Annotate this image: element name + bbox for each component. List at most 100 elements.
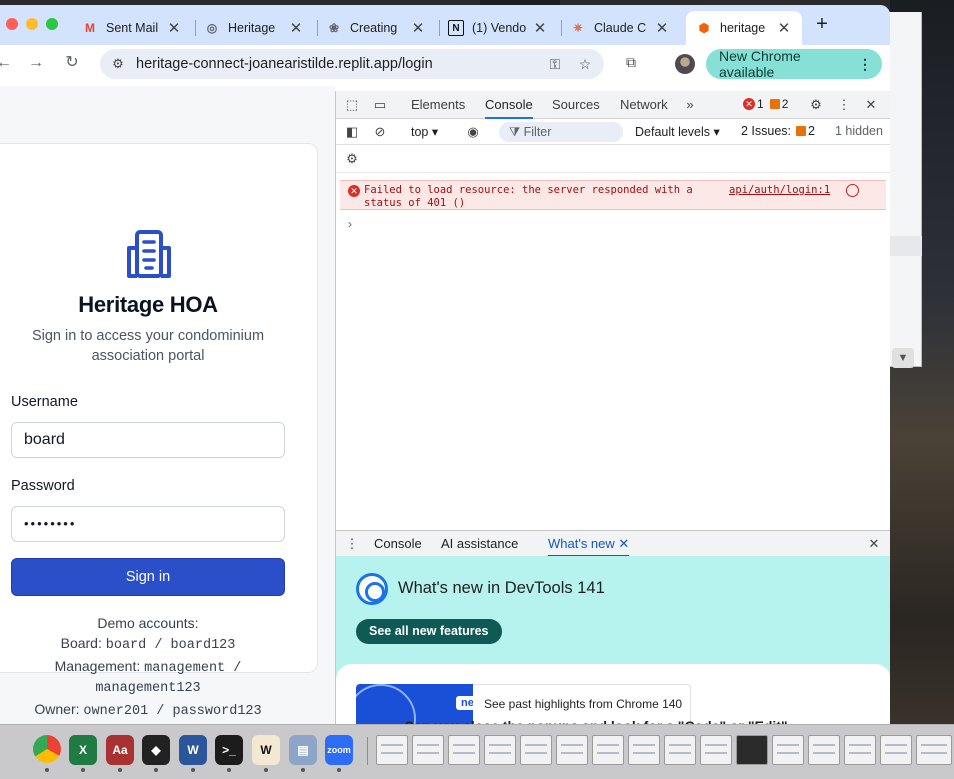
tab-creating[interactable]: ❀ Creating ✕ — [316, 11, 436, 45]
site-info-icon[interactable]: ⚙ — [108, 56, 128, 72]
zoom-icon[interactable]: zoom — [325, 735, 353, 765]
drawer-tab-ai-assistance[interactable]: AI assistance — [441, 531, 518, 557]
clear-console-icon[interactable]: ⊘ — [372, 124, 388, 140]
highlights-text: See past highlights from Chrome 140 — [484, 697, 683, 711]
minimized-window-thumbnail[interactable] — [880, 735, 912, 765]
notchmeister-icon[interactable]: ◆ — [142, 735, 170, 765]
issues-link[interactable]: 2 Issues: 2 — [741, 124, 815, 138]
chrome-update-button[interactable]: New Chrome available ⋮ — [706, 48, 882, 80]
device-toolbar-icon[interactable]: ▭ — [372, 97, 388, 113]
tab-vendo[interactable]: N (1) Vendo ✕ — [438, 11, 558, 45]
preview-icon[interactable]: ▤ — [289, 735, 317, 765]
tab-elements[interactable]: Elements — [411, 91, 465, 119]
background-window-row — [886, 236, 922, 256]
tab-close-icon[interactable]: ✕ — [776, 19, 792, 37]
console-counts-badge[interactable]: ✕ 1 2 — [743, 97, 788, 111]
kebab-menu-icon[interactable]: ⋮ — [836, 97, 852, 113]
chrome-window: M Sent Mail ✕ ◎ Heritage ✕ ❀ Creating ✕ … — [0, 5, 890, 724]
whats-new-panel: What's new in DevTools 141 See all new f… — [336, 556, 890, 724]
highlights-card[interactable]: new See past highlights from Chrome 140 — [336, 664, 890, 724]
demo-management: Management: management / — [0, 656, 305, 679]
error-source-link[interactable]: api/auth/login:1 — [729, 184, 830, 196]
more-menu-icon[interactable]: ⋮ — [858, 56, 872, 73]
username-input[interactable]: board — [11, 422, 285, 458]
console-filter-input[interactable]: ⧩ Filter — [499, 122, 623, 142]
minimized-window-thumbnail[interactable] — [556, 735, 588, 765]
more-tabs-icon[interactable]: » — [682, 97, 698, 113]
live-expression-eye-icon[interactable]: ◉ — [465, 124, 481, 140]
minimized-window-thumbnail[interactable] — [448, 735, 480, 765]
tab-sent-mail[interactable]: M Sent Mail ✕ — [72, 11, 192, 45]
minimized-window-thumbnail[interactable] — [844, 735, 876, 765]
forward-icon[interactable]: → — [26, 53, 46, 73]
minimized-window-thumbnail[interactable] — [484, 735, 516, 765]
bookmark-star-icon[interactable]: ☆ — [574, 56, 596, 73]
minimized-window-thumbnail[interactable] — [916, 735, 952, 765]
minimized-window-thumbnail[interactable] — [700, 735, 732, 765]
sign-in-button[interactable]: Sign in — [11, 558, 285, 596]
background-window[interactable]: ▼ — [886, 12, 922, 368]
tab-close-icon[interactable]: ✕ — [654, 19, 670, 37]
tab-network[interactable]: Network — [620, 91, 668, 119]
tab-console[interactable]: Console — [485, 91, 533, 119]
tab-close-icon[interactable]: ✕ — [288, 19, 304, 37]
tab-close-icon[interactable]: ✕ — [410, 19, 426, 37]
word-icon[interactable]: W — [179, 735, 207, 765]
tab-label: heritage — [720, 21, 766, 35]
console-prompt-chevron-icon[interactable]: › — [348, 217, 352, 231]
drawer-tab-whats-new[interactable]: What's new ✕ — [548, 531, 630, 557]
tab-heritage[interactable]: ◎ Heritage ✕ — [194, 11, 314, 45]
minimized-window-thumbnail[interactable] — [520, 735, 552, 765]
filter-icon[interactable]: ▼ — [892, 348, 914, 368]
log-levels-dropdown[interactable]: Default levels ▾ — [635, 124, 720, 139]
close-tab-icon[interactable]: ✕ — [618, 536, 629, 551]
sidebar-toggle-icon[interactable]: ◧ — [344, 124, 360, 140]
password-input[interactable]: •••••••• — [11, 506, 285, 542]
address-bar[interactable]: ⚙ heritage-connect-joanearistilde.replit… — [100, 49, 604, 79]
close-drawer-icon[interactable]: ✕ — [866, 536, 882, 552]
close-devtools-icon[interactable]: ✕ — [863, 97, 879, 113]
minimized-window-thumbnail[interactable] — [664, 735, 696, 765]
see-all-features-button[interactable]: See all new features — [356, 619, 502, 644]
window-maximize-button[interactable] — [46, 18, 58, 30]
password-key-icon[interactable]: ⚿ — [544, 56, 566, 73]
tab-claude[interactable]: ✷ Claude C ✕ — [560, 11, 680, 45]
window-minimize-button[interactable] — [26, 18, 38, 30]
wispr-icon[interactable]: W — [252, 735, 280, 765]
back-icon[interactable]: ← — [0, 53, 14, 73]
profile-avatar[interactable] — [675, 54, 695, 74]
tab-close-icon[interactable]: ✕ — [532, 19, 548, 37]
console-settings-gear-icon[interactable]: ⚙ — [344, 151, 360, 167]
window-close-button[interactable] — [6, 18, 18, 30]
chrome-icon[interactable] — [33, 735, 61, 763]
minimized-window-thumbnail[interactable] — [628, 735, 660, 765]
ai-explain-icon[interactable] — [846, 184, 859, 197]
minimized-window-thumbnail[interactable] — [736, 735, 768, 765]
tab-search-icon[interactable]: ⧉ — [620, 54, 642, 72]
tab-heritage-active[interactable]: ⬢ heritage ✕ — [686, 11, 802, 45]
excel-icon[interactable]: X — [69, 735, 97, 765]
tab-close-icon[interactable]: ✕ — [166, 19, 182, 37]
new-tab-button[interactable]: + — [812, 14, 832, 35]
console-settings-row: ⚙ — [336, 145, 890, 173]
zoom-label: zoom — [327, 745, 351, 755]
settings-gear-icon[interactable]: ⚙ — [808, 97, 824, 113]
drawer-menu-icon[interactable]: ⋮ — [344, 536, 360, 552]
minimized-window-thumbnail[interactable] — [376, 735, 408, 765]
inspect-element-icon[interactable]: ⬚ — [344, 97, 360, 113]
url-text[interactable]: heritage-connect-joanearistilde.replit.a… — [136, 56, 544, 72]
context-selector[interactable]: top ▾ — [411, 124, 438, 139]
drawer-tab-console[interactable]: Console — [374, 531, 422, 557]
reload-icon[interactable]: ↻ — [62, 53, 82, 73]
tab-sources[interactable]: Sources — [552, 91, 600, 119]
demo-board-creds: board / board123 — [105, 638, 236, 653]
minimized-window-thumbnail[interactable] — [808, 735, 840, 765]
dock-separator — [367, 737, 368, 765]
console-error-message[interactable]: ✕ Failed to load resource: the server re… — [340, 180, 886, 210]
terminal-icon[interactable]: >_ — [215, 735, 243, 765]
dictionary-icon[interactable]: Aa — [106, 735, 134, 765]
tab-label: Heritage — [228, 21, 276, 35]
minimized-window-thumbnail[interactable] — [412, 735, 444, 765]
minimized-window-thumbnail[interactable] — [772, 735, 804, 765]
minimized-window-thumbnail[interactable] — [592, 735, 624, 765]
